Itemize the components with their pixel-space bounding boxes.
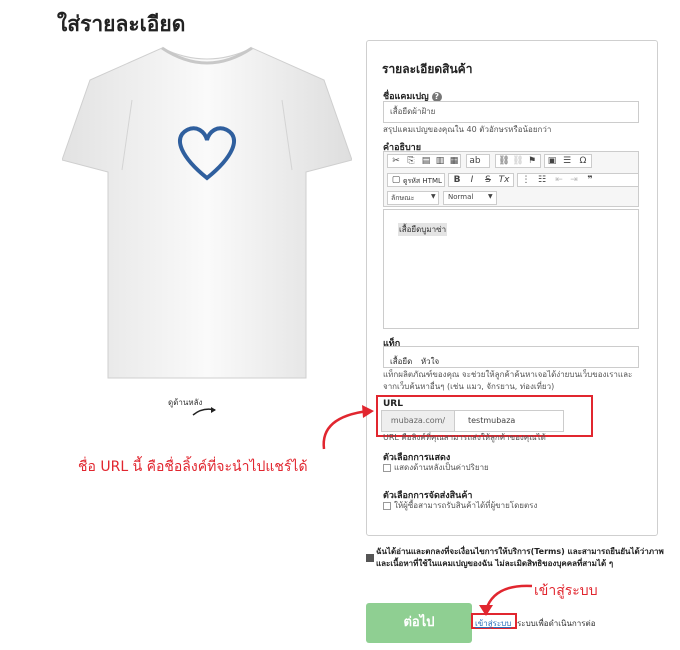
url-input[interactable]: testmubaza [468, 411, 515, 431]
annotation-arrow-icon [479, 584, 533, 616]
font-size-select[interactable]: Normal [448, 193, 473, 201]
format-select[interactable]: ลักษณะ [391, 193, 414, 204]
annotation-arrow-icon [322, 405, 374, 450]
special-char-icon[interactable]: Ω [575, 154, 591, 168]
outdent-icon[interactable]: ⇤ [551, 173, 567, 187]
source-icon[interactable]: ▢ [388, 173, 404, 187]
anchor-flag-icon[interactable]: ⚑ [524, 154, 540, 168]
image-icon[interactable]: ▣ [544, 154, 560, 168]
tags-input[interactable]: เสื้อยืด หัวใจ [383, 346, 639, 368]
indent-icon[interactable]: ⇥ [566, 173, 582, 187]
editor-toolbar: ✂ ⎘ ▤ ▥ ▦ ab ⛓ ⛓ ⚑ ▣ ☰ Ω ▢ ดูรหัส HTML B… [383, 151, 639, 207]
description-editor[interactable]: เสื้อยืดบูมาซ่า [383, 209, 639, 329]
panel-title: รายละเอียดสินค้า [382, 62, 473, 76]
curved-arrow-icon [192, 407, 216, 416]
display-back-option[interactable]: แสดงด้านหลังเป็นค่าปริยาย [383, 462, 489, 474]
description-text: เสื้อยืดบูมาซ่า [398, 223, 448, 236]
copy-icon[interactable]: ⎘ [403, 154, 419, 168]
source-button[interactable]: ดูรหัส HTML [403, 176, 442, 187]
terms-text: ฉันได้อ่านและตกลงที่จะเงื่อนไขการให้บริก… [376, 547, 664, 568]
campaign-name-input[interactable]: เสื้อยืดผ้าฝ้าย [383, 101, 639, 123]
cut-icon[interactable]: ✂ [388, 154, 404, 168]
url-field[interactable]: mubaza.com/ testmubaza [381, 410, 564, 432]
numbered-list-icon[interactable]: ⋮ [518, 173, 534, 187]
italic-icon[interactable]: I [464, 173, 480, 187]
terms-checkbox[interactable] [366, 547, 374, 562]
bulleted-list-icon[interactable]: ☷ [534, 173, 550, 187]
spellcheck-icon[interactable]: ab [467, 154, 483, 168]
tshirt-preview-image [62, 46, 352, 379]
paste-word-icon[interactable]: ▦ [446, 154, 462, 168]
strikethrough-icon[interactable]: S [480, 173, 496, 187]
blockquote-icon[interactable]: ❞ [582, 173, 598, 187]
campaign-name-hint: สรุปแคมเปญของคุณใน 40 ตัวอักษรหรือน้อยกว… [383, 125, 552, 134]
login-suffix-text: ระบบเพื่อดำเนินการต่อ [517, 619, 596, 628]
horizontal-line-icon[interactable]: ☰ [559, 154, 575, 168]
seller-pickup-option[interactable]: ให้ผู้ซื้อสามารถรับสินค้าได้ที่ผู้ขายโดย… [383, 500, 537, 512]
remove-format-icon[interactable]: Tx [496, 173, 512, 187]
chevron-down-icon: ▼ [431, 193, 436, 200]
url-hint: URL คือลิงค์ที่คุณสามารถส่งให้ลูกค้าของค… [383, 433, 546, 442]
check-icon [366, 553, 374, 562]
url-prefix: mubaza.com/ [382, 411, 455, 431]
login-link[interactable]: เข้าสู่ระบบ [475, 617, 511, 630]
bold-icon[interactable]: B [449, 173, 465, 187]
help-icon[interactable]: ? [431, 91, 442, 102]
page-title: ใส่รายละเอียด [57, 12, 186, 36]
display-back-checkbox[interactable] [383, 463, 391, 472]
next-button[interactable]: ต่อไป [366, 603, 472, 643]
url-label: URL [383, 399, 403, 409]
url-annotation: ชื่อ URL นี้ คือชื่อลิ้งค์ที่จะนำไปแชร์ไ… [78, 459, 308, 475]
tags-hint: แท็กผลิตภัณฑ์ของคุณ จะช่วยให้ลูกค้าค้นหา… [383, 370, 633, 391]
seller-pickup-checkbox[interactable] [383, 501, 391, 510]
chevron-down-icon: ▼ [488, 193, 493, 200]
login-annotation: เข้าสู่ระบบ [534, 583, 598, 599]
